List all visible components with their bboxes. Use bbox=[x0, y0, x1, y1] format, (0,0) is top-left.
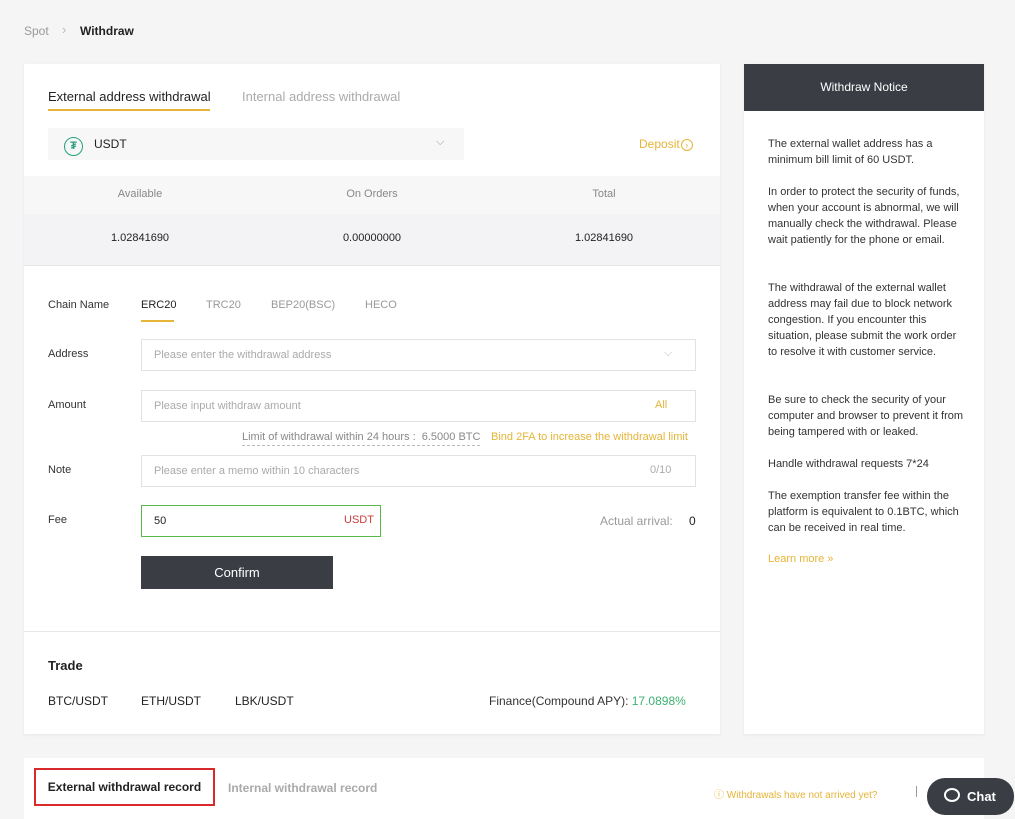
actual-arrival-value: 0 bbox=[689, 514, 696, 528]
notice-paragraph: The external wallet address has a minimu… bbox=[768, 138, 933, 166]
tab-external-withdrawal[interactable]: External address withdrawal bbox=[48, 89, 211, 104]
finance-value: 17.0898% bbox=[631, 694, 686, 708]
fee-label: Fee bbox=[48, 514, 67, 526]
chevron-down-icon[interactable]: ⌵ bbox=[664, 347, 672, 360]
notice-paragraph: Be sure to check the security of your co… bbox=[768, 394, 964, 438]
finance-apy[interactable]: Finance(Compound APY): 17.0898% bbox=[489, 694, 686, 708]
chain-name-label: Chain Name bbox=[48, 299, 110, 311]
notice-title: Withdraw Notice bbox=[744, 64, 984, 111]
pair-lbk-usdt[interactable]: LBK/USDT bbox=[235, 694, 294, 708]
balance-header-total: Total bbox=[592, 188, 616, 200]
tab-internal-withdrawal[interactable]: Internal address withdrawal bbox=[242, 89, 400, 104]
withdraw-limit-text: Limit of withdrawal within 24 hours : 6.… bbox=[242, 431, 481, 446]
notice-paragraph: The exemption transfer fee within the pl… bbox=[768, 490, 959, 534]
note-placeholder: Please enter a memo within 10 characters bbox=[154, 465, 360, 477]
address-placeholder: Please enter the withdrawal address bbox=[154, 349, 332, 361]
pair-btc-usdt[interactable]: BTC/USDT bbox=[48, 694, 108, 708]
balance-header-available: Available bbox=[117, 188, 163, 200]
chat-bubble-icon bbox=[944, 788, 960, 802]
notice-paragraph: The withdrawal of the external wallet ad… bbox=[768, 282, 957, 358]
divider bbox=[24, 631, 720, 632]
tab-internal-withdrawal-record[interactable]: Internal withdrawal record bbox=[228, 781, 377, 795]
balance-on-orders: 0.00000000 bbox=[342, 232, 402, 244]
deposit-link[interactable]: Deposit › bbox=[639, 137, 693, 151]
chain-tab-erc20[interactable]: ERC20 bbox=[141, 299, 176, 311]
bind-2fa-link[interactable]: Bind 2FA to increase the withdrawal limi… bbox=[491, 431, 688, 443]
balance-total: 1.02841690 bbox=[574, 232, 634, 244]
learn-more-link[interactable]: Learn more » bbox=[768, 553, 833, 565]
withdrawals-not-arrived-link[interactable]: ⓘ Withdrawals have not arrived yet? bbox=[714, 786, 877, 801]
tab-active-indicator bbox=[48, 109, 210, 111]
balance-available: 1.02841690 bbox=[110, 232, 170, 244]
arrow-circle-icon: › bbox=[680, 139, 693, 151]
chain-tab-trc20[interactable]: TRC20 bbox=[206, 299, 241, 311]
notice-paragraph: Handle withdrawal requests 7*24 bbox=[768, 458, 929, 470]
actual-arrival-label: Actual arrival: bbox=[600, 514, 673, 528]
note-label: Note bbox=[48, 464, 72, 476]
amount-placeholder: Please input withdraw amount bbox=[154, 400, 301, 412]
all-button[interactable]: All bbox=[655, 399, 667, 411]
breadcrumb-chevron-icon: › bbox=[62, 22, 67, 37]
confirm-button[interactable]: Confirm bbox=[141, 556, 333, 589]
finance-label: Finance(Compound APY): bbox=[489, 694, 629, 708]
balance-header-on-orders: On Orders bbox=[346, 188, 398, 200]
amount-label: Amount bbox=[48, 399, 86, 411]
tether-icon: ₮ bbox=[64, 137, 83, 156]
note-char-count: 0/10 bbox=[650, 464, 672, 476]
breadcrumb-spot[interactable]: Spot bbox=[24, 24, 49, 38]
chevron-down-icon: ⌵ bbox=[436, 136, 445, 148]
breadcrumb-current: Withdraw bbox=[80, 24, 134, 38]
tab-external-withdrawal-record[interactable]: External withdrawal record bbox=[34, 768, 215, 806]
trade-title: Trade bbox=[48, 658, 83, 673]
fee-value: 50 bbox=[154, 515, 167, 527]
notice-paragraph: In order to protect the security of fund… bbox=[768, 186, 960, 246]
chat-label: Chat bbox=[967, 789, 996, 804]
chain-active-indicator bbox=[141, 320, 174, 322]
coin-name: USDT bbox=[94, 137, 127, 151]
fee-unit: USDT bbox=[344, 514, 374, 526]
chain-tab-heco[interactable]: HECO bbox=[365, 299, 397, 311]
info-icon: ⓘ bbox=[714, 790, 727, 801]
chain-tab-bep20[interactable]: BEP20(BSC) bbox=[271, 299, 335, 311]
address-label: Address bbox=[48, 348, 89, 360]
pair-eth-usdt[interactable]: ETH/USDT bbox=[141, 694, 201, 708]
divider bbox=[916, 786, 917, 797]
